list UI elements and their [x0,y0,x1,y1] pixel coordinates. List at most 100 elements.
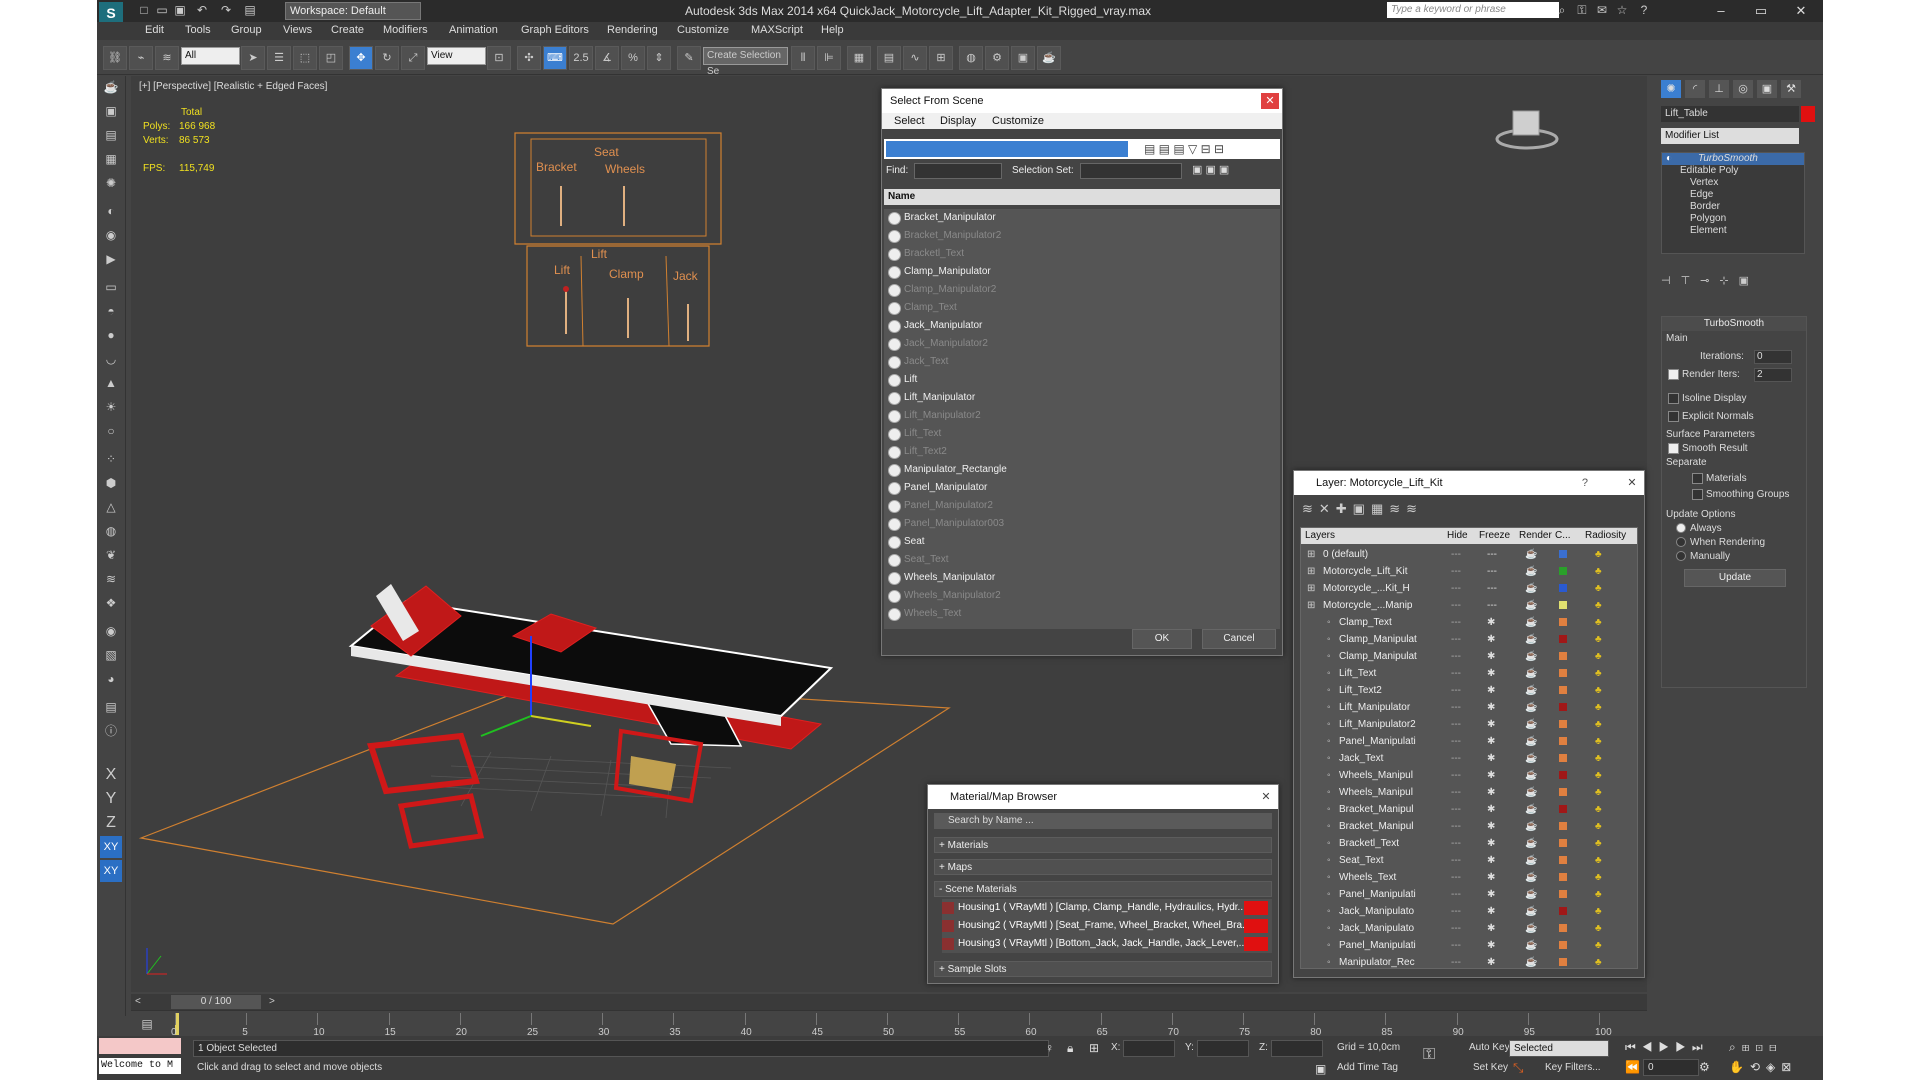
bind-space-warp-icon[interactable]: ≋ [155,46,179,70]
render-teapot-icon[interactable]: ☕ [1525,767,1537,784]
curve-editor-icon[interactable]: ∿ [903,46,927,70]
scene-object-row[interactable]: Bracket_Manipulator2 [884,227,1280,245]
layer-row[interactable]: ◦ Clamp_Manipulat --- ✱ ☕ ♣ [1301,648,1637,665]
render-teapot-icon[interactable]: ☕ [1525,954,1537,968]
scene-object-row[interactable]: Lift [884,371,1280,389]
display-tab-icon[interactable]: ▣ [1757,80,1777,98]
layer-row[interactable]: ◦ Clamp_Manipulat --- ✱ ☕ ♣ [1301,631,1637,648]
update-button[interactable]: Update [1684,569,1786,587]
keyboard-shortcut-override-icon[interactable]: ⌨ [543,46,567,70]
radiosity-icon[interactable]: ♣ [1595,716,1602,733]
layer-color-swatch[interactable] [1559,805,1567,813]
layer-color-swatch[interactable] [1559,958,1567,966]
scene-object-row[interactable]: Lift_Text2 [884,443,1280,461]
scene-materials-section[interactable]: - Scene Materials [934,881,1272,897]
materials-checkbox[interactable] [1692,473,1703,484]
scene-object-row[interactable]: Jack_Manipulator2 [884,335,1280,353]
menu-graph-editors[interactable]: Graph Editors [521,24,589,36]
scene-icon[interactable]: ▧ [100,644,122,666]
layer-color-swatch[interactable] [1559,550,1567,558]
freeze-toggle[interactable]: ✱ [1487,869,1495,886]
viewport-navigation-icons[interactable]: ⌕⊞⊡⊟ [1729,1040,1783,1055]
scene-object-row[interactable]: Panel_Manipulator003 [884,515,1280,533]
radiosity-icon[interactable]: ♣ [1595,903,1602,920]
favorites-icon[interactable]: ☆ [1615,3,1629,17]
freeze-toggle[interactable]: --- [1487,580,1497,597]
hide-toggle[interactable]: --- [1451,733,1461,750]
hide-toggle[interactable]: --- [1451,835,1461,852]
axis-x-icon[interactable]: X [100,764,122,786]
layer-color-swatch[interactable] [1559,652,1567,660]
communication-icon[interactable]: ✉ [1595,3,1609,17]
set-key-icon[interactable]: ⤡ [1513,1060,1523,1076]
light-bulb-icon[interactable]: ✺ [100,172,122,194]
render-teapot-icon[interactable]: ☕ [1525,580,1537,597]
scene-object-row[interactable]: Wheels_Manipulator2 [884,587,1280,605]
orb-icon[interactable]: ○ [100,420,122,442]
save-file-icon[interactable]: ▣ [173,3,187,17]
box-icon[interactable]: ▭ [100,276,122,298]
col-freeze[interactable]: Freeze [1479,528,1510,544]
hide-toggle[interactable]: --- [1451,886,1461,903]
hide-toggle[interactable]: --- [1451,614,1461,631]
key-set-dropdown[interactable]: Selected [1509,1040,1609,1057]
radiosity-icon[interactable]: ♣ [1595,852,1602,869]
expand-icon[interactable]: ⊞ [1307,597,1315,614]
render-teapot-icon[interactable]: ☕ [1525,716,1537,733]
radiosity-icon[interactable]: ♣ [1595,835,1602,852]
layer-manager-icon[interactable]: ▦ [847,46,871,70]
grid-icon[interactable]: ▦ [100,148,122,170]
sphere-half-icon[interactable]: ◓ [100,300,122,322]
freeze-toggle[interactable]: ✱ [1487,835,1495,852]
key-mode-icon[interactable]: ⚿ [1423,1046,1435,1064]
layer-row[interactable]: ◦ Lift_Text2 --- ✱ ☕ ♣ [1301,682,1637,699]
key-mode-toggle-icon[interactable]: ⏪ [1625,1060,1640,1074]
layer-dialog-close-button[interactable]: ✕ [1623,475,1641,491]
material-row-1[interactable]: Housing1 ( VRayMtl ) [Clamp, Clamp_Handl… [942,899,1272,917]
time-slider[interactable]: < 0 / 100 > [131,994,1647,1010]
render-teapot-icon[interactable]: ☕ [1525,835,1537,852]
name-column-header[interactable]: Name [884,189,1280,205]
menu-modifiers[interactable]: Modifiers [383,24,428,36]
speaker-icon[interactable]: ◐ [100,200,122,222]
layer-color-swatch[interactable] [1559,703,1567,711]
scene-object-row[interactable]: Seat [884,533,1280,551]
render-teapot-icon[interactable]: ☕ [1525,597,1537,614]
layer-color-swatch[interactable] [1559,737,1567,745]
hide-toggle[interactable]: --- [1451,784,1461,801]
layer-row[interactable]: ◦ Panel_Manipulati --- ✱ ☕ ♣ [1301,937,1637,954]
maxscript-input[interactable]: Welcome to M [99,1058,181,1074]
freeze-toggle[interactable]: ✱ [1487,631,1495,648]
layer-row[interactable]: ◦ Bracket_Manipul --- ✱ ☕ ♣ [1301,818,1637,835]
object-icon[interactable]: ◦ [1327,614,1331,631]
scene-object-row[interactable]: Clamp_Manipulator [884,263,1280,281]
modify-tab-icon[interactable]: ◜ [1685,80,1705,98]
ok-button[interactable]: OK [1132,629,1192,649]
freeze-toggle[interactable]: ✱ [1487,903,1495,920]
time-slider-thumb[interactable]: 0 / 100 [171,995,261,1009]
radiosity-icon[interactable]: ♣ [1595,886,1602,903]
radiosity-icon[interactable]: ♣ [1595,937,1602,954]
layer-row[interactable]: ◦ Jack_Manipulato --- ✱ ☕ ♣ [1301,903,1637,920]
layer-row[interactable]: ⊞ Motorcycle_...Kit_H --- --- ☕ ♣ [1301,580,1637,597]
select-dialog-close-button[interactable]: ✕ [1261,93,1279,109]
layer-color-swatch[interactable] [1559,907,1567,915]
radiosity-icon[interactable]: ♣ [1595,563,1602,580]
selection-set-icons[interactable]: ▣ ▣ ▣ [1192,163,1229,176]
link-icon[interactable]: ⛓ [103,46,127,70]
render-teapot-icon[interactable]: ☕ [1525,546,1537,563]
render-teapot-icon[interactable]: ☕ [1525,886,1537,903]
axis-y-icon[interactable]: Y [100,788,122,810]
materials-section[interactable]: + Materials [934,837,1272,853]
radiosity-icon[interactable]: ♣ [1595,682,1602,699]
layer-row[interactable]: ◦ Panel_Manipulati --- ✱ ☕ ♣ [1301,886,1637,903]
align-icon[interactable]: ⊫ [817,46,841,70]
scene-object-row[interactable]: Bracketl_Text [884,245,1280,263]
expand-icon[interactable]: ⊞ [1307,580,1315,597]
layer-row[interactable]: ⊞ Motorcycle_...Manip --- --- ☕ ♣ [1301,597,1637,614]
layer-color-swatch[interactable] [1559,635,1567,643]
object-icon[interactable]: ◦ [1327,954,1331,968]
layer-color-swatch[interactable] [1559,890,1567,898]
render-teapot-icon[interactable]: ☕ [1525,852,1537,869]
object-icon[interactable]: ◦ [1327,903,1331,920]
